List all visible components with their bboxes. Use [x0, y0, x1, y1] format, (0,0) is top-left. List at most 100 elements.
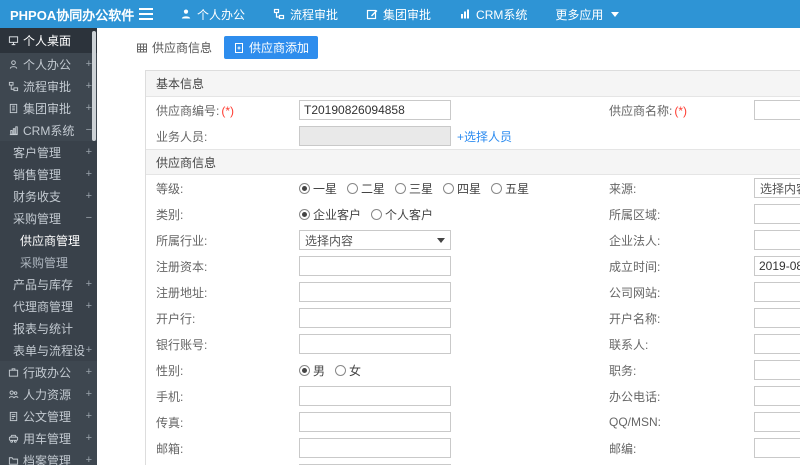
- radio-icon: [299, 208, 310, 220]
- radio-option-individual[interactable]: 个人客户: [371, 206, 433, 223]
- legal-person-input[interactable]: [754, 230, 800, 250]
- field-value: [299, 100, 609, 120]
- field-label: 注册资本:: [156, 259, 208, 274]
- level-radio-group: 一星 二星 三星 四星 五星: [299, 180, 539, 197]
- form-row: 等级: 一星 二星 三星 四星 五星 来源: 选择内容: [146, 175, 800, 201]
- supplier-name-input[interactable]: [754, 100, 800, 120]
- app-logo: PHPOA协同办公软件: [10, 7, 135, 23]
- email-input[interactable]: [299, 438, 451, 458]
- zip-input[interactable]: [754, 438, 800, 458]
- sidebar-item-process-approval[interactable]: 流程审批 +: [0, 75, 97, 97]
- sidebar-item-vehicle-mgmt[interactable]: 用车管理 +: [0, 427, 97, 449]
- bank-input[interactable]: [299, 308, 451, 328]
- field-value: [299, 412, 609, 432]
- nav-process-approval[interactable]: 流程审批: [259, 0, 352, 28]
- establish-date-input[interactable]: [754, 256, 800, 276]
- position-input[interactable]: [754, 360, 800, 380]
- supplier-no-input[interactable]: [299, 100, 451, 120]
- nav-group-approval[interactable]: 集团审批: [352, 0, 445, 28]
- field-value: [754, 412, 800, 432]
- field-label: 类别:: [156, 207, 184, 222]
- field-value: 选择内容: [299, 230, 609, 250]
- form-row: 注册资本: 成立时间:: [146, 253, 800, 279]
- radio-option-female[interactable]: 女: [335, 362, 361, 379]
- reg-capital-input[interactable]: [299, 256, 451, 276]
- website-input[interactable]: [754, 282, 800, 302]
- contact-input[interactable]: [754, 334, 800, 354]
- form-row: 性别: 男 女 职务:: [146, 357, 800, 383]
- sidebar-item-sales-mgmt[interactable]: 销售管理 +: [0, 163, 97, 185]
- sidebar-item-purchase-mgmt[interactable]: 采购管理 −: [0, 207, 97, 229]
- reg-address-input[interactable]: [299, 282, 451, 302]
- industry-select[interactable]: 选择内容: [299, 230, 451, 250]
- field-value: [754, 386, 800, 406]
- business-person-input[interactable]: [299, 126, 451, 146]
- field-label: 职务:: [609, 363, 637, 378]
- field-label: 传真:: [156, 415, 184, 430]
- sidebar-item-form-flow-settings[interactable]: 表单与流程设置 +: [0, 339, 97, 361]
- document-add-icon: [233, 42, 245, 54]
- fax-input[interactable]: [299, 412, 451, 432]
- flow-icon: [8, 81, 19, 92]
- source-select[interactable]: 选择内容: [754, 178, 800, 198]
- people-icon: [8, 389, 19, 400]
- sidebar-item-customer-mgmt[interactable]: 客户管理 +: [0, 141, 97, 163]
- radio-option-1star[interactable]: 一星: [299, 180, 337, 197]
- radio-icon: [299, 364, 310, 376]
- folder-icon: [8, 455, 19, 465]
- form-row: 手机: 办公电话:: [146, 383, 800, 409]
- field-label: 开户名称:: [609, 311, 661, 326]
- top-nav: 个人办公 流程审批 集团审批 CRM系统 更多应用: [166, 0, 633, 28]
- sidebar-item-purchase-mgmt-sub[interactable]: 采购管理: [0, 251, 97, 273]
- sidebar-item-personal-office[interactable]: 个人办公 +: [0, 53, 97, 75]
- sidebar-item-group-approval[interactable]: 集团审批 +: [0, 97, 97, 119]
- sidebar-item-crm-system[interactable]: CRM系统 −: [0, 119, 97, 141]
- chart-icon: [459, 8, 471, 20]
- account-name-input[interactable]: [754, 308, 800, 328]
- form-row: 开户行: 开户名称:: [146, 305, 800, 331]
- main-content: 供应商信息 供应商添加 基本信息 供应商编号:(*) 供应商名称:(*): [97, 28, 800, 465]
- sidebar-item-finance[interactable]: 财务收支 +: [0, 185, 97, 207]
- tab-supplier-info[interactable]: 供应商信息: [130, 36, 218, 59]
- sidebar-item-archive-mgmt[interactable]: 档案管理 +: [0, 449, 97, 465]
- field-label: QQ/MSN:: [609, 415, 662, 429]
- menu-toggle-icon[interactable]: [134, 7, 158, 22]
- sidebar-item-admin-office[interactable]: 行政办公 +: [0, 361, 97, 383]
- field-value: 企业客户 个人客户: [299, 206, 609, 223]
- bank-no-input[interactable]: [299, 334, 451, 354]
- radio-option-3star[interactable]: 三星: [395, 180, 433, 197]
- radio-option-5star[interactable]: 五星: [491, 180, 529, 197]
- sidebar-item-supplier-mgmt[interactable]: 供应商管理: [0, 229, 97, 251]
- field-label: 开户行:: [156, 311, 196, 326]
- nav-crm-system[interactable]: CRM系统: [445, 0, 541, 28]
- sidebar-scrollbar[interactable]: [92, 31, 96, 141]
- radio-option-male[interactable]: 男: [299, 362, 325, 379]
- radio-option-4star[interactable]: 四星: [443, 180, 481, 197]
- section-header-basic-info: 基本信息: [146, 71, 800, 97]
- radio-option-enterprise[interactable]: 企业客户: [299, 206, 361, 223]
- office-phone-input[interactable]: [754, 386, 800, 406]
- qq-msn-input[interactable]: [754, 412, 800, 432]
- field-label: 供应商编号: (*): [156, 103, 235, 118]
- document-icon: [8, 411, 19, 422]
- field-label: 企业法人:: [609, 233, 661, 248]
- sidebar-item-personal-desktop[interactable]: 个人桌面: [0, 28, 97, 53]
- form-row: 传真: QQ/MSN:: [146, 409, 800, 435]
- nav-more-apps[interactable]: 更多应用: [541, 0, 633, 28]
- field-label: 来源:: [609, 181, 637, 196]
- field-value: [754, 438, 800, 458]
- field-label: 所属区域:: [609, 207, 661, 222]
- mobile-input[interactable]: [299, 386, 451, 406]
- sidebar-item-product-inventory[interactable]: 产品与库存 +: [0, 273, 97, 295]
- tab-supplier-add[interactable]: 供应商添加: [224, 36, 319, 59]
- sidebar-item-agent-mgmt[interactable]: 代理商管理 +: [0, 295, 97, 317]
- sidebar-item-reports-stats[interactable]: 报表与统计: [0, 317, 97, 339]
- sidebar-item-hr[interactable]: 人力资源 +: [0, 383, 97, 405]
- region-input[interactable]: [754, 204, 800, 224]
- sidebar: 个人桌面 个人办公 + 流程审批 + 集团审批 + CRM系统 − 客户管理 +…: [0, 28, 97, 465]
- radio-option-2star[interactable]: 二星: [347, 180, 385, 197]
- nav-personal-office[interactable]: 个人办公: [166, 0, 259, 28]
- choose-person-link[interactable]: +选择人员: [457, 128, 512, 145]
- sidebar-item-document-mgmt[interactable]: 公文管理 +: [0, 405, 97, 427]
- field-value: [754, 100, 800, 120]
